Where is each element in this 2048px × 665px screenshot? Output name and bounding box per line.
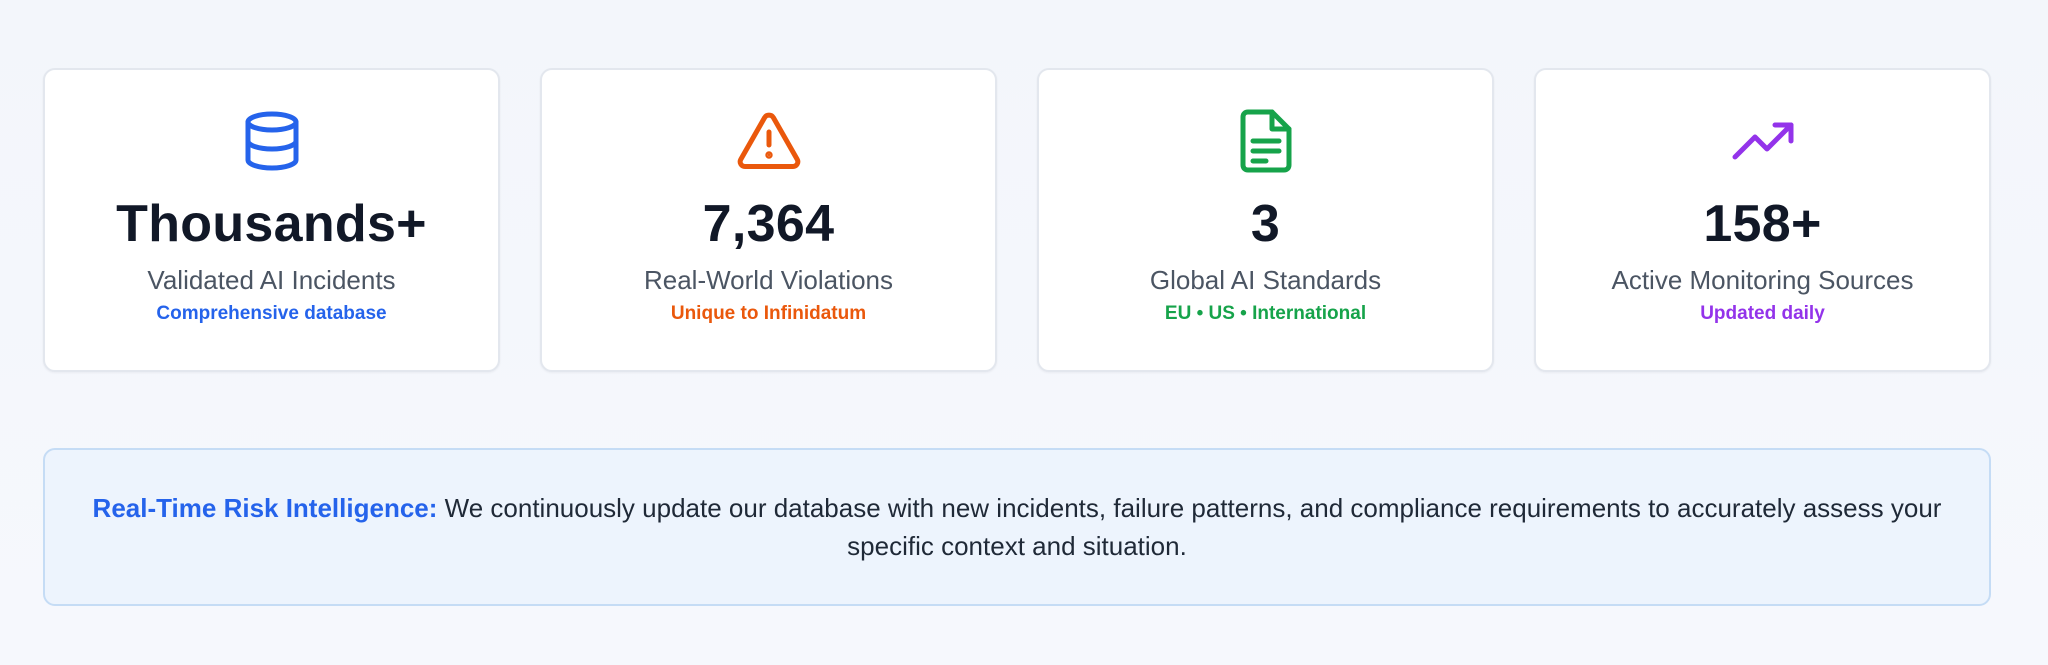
stat-label: Validated AI Incidents (147, 265, 396, 295)
stat-label: Active Monitoring Sources (1611, 265, 1914, 295)
banner-body: We continuously update our database with… (444, 493, 1942, 561)
stat-label: Real-World Violations (643, 265, 894, 295)
stat-card-sources: 158+ Active Monitoring Sources Updated d… (1534, 68, 1991, 372)
stat-subtitle: EU • US • International (1164, 303, 1367, 324)
stat-value: 3 (1250, 195, 1281, 253)
warning-triangle-icon (737, 109, 801, 173)
stat-card-violations: 7,364 Real-World Violations Unique to In… (540, 68, 997, 372)
stat-card-standards: 3 Global AI Standards EU • US • Internat… (1037, 68, 1494, 372)
stat-value: 7,364 (702, 195, 835, 253)
trending-up-icon (1731, 109, 1795, 173)
stat-subtitle: Unique to Infinidatum (670, 303, 867, 324)
database-icon (240, 109, 304, 173)
stat-value: Thousands+ (116, 195, 427, 253)
banner-lead: Real-Time Risk Intelligence: (92, 493, 438, 523)
stat-subtitle: Updated daily (1700, 303, 1825, 324)
banner-text: Real-Time Risk Intelligence: We continuo… (85, 489, 1949, 565)
stat-value: 158+ (1703, 195, 1822, 253)
stats-row: Thousands+ Validated AI Incidents Compre… (43, 68, 1991, 372)
stat-subtitle: Comprehensive database (156, 303, 387, 324)
stat-card-incidents: Thousands+ Validated AI Incidents Compre… (43, 68, 500, 372)
document-icon (1234, 109, 1298, 173)
stat-label: Global AI Standards (1149, 265, 1382, 295)
info-banner: Real-Time Risk Intelligence: We continuo… (43, 448, 1991, 606)
